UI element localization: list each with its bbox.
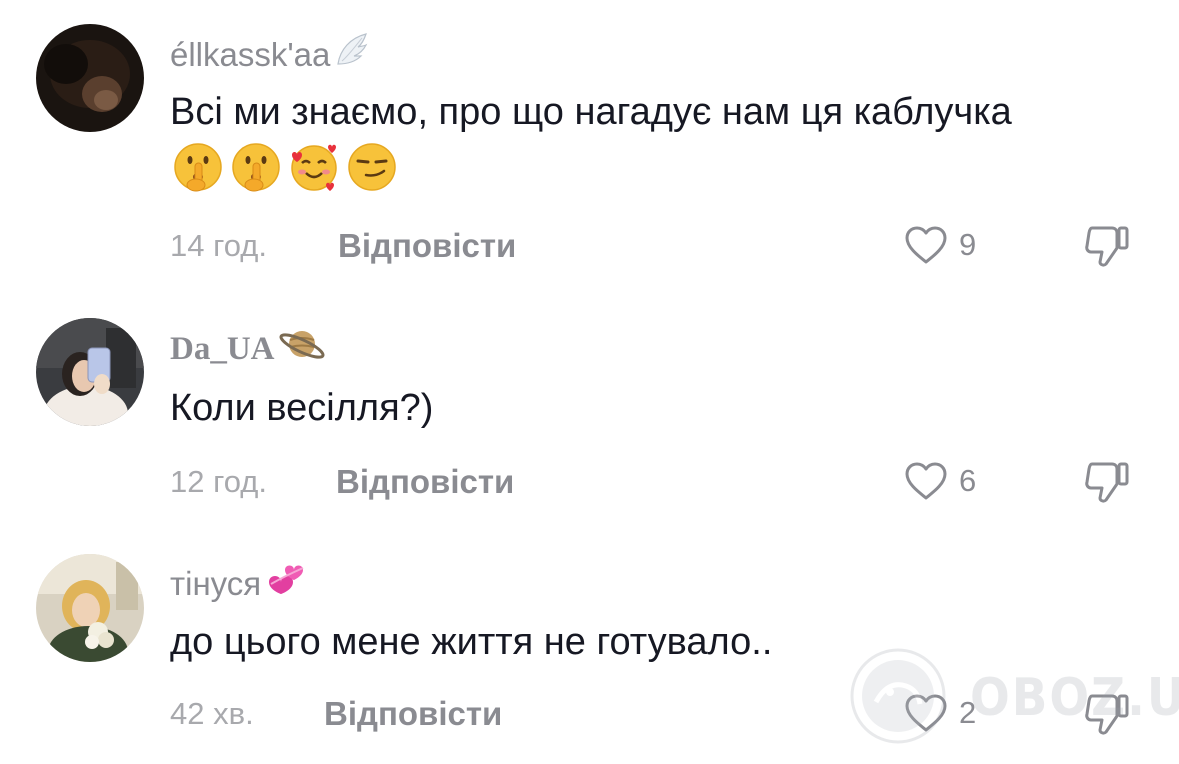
username-text: тінуся [170, 564, 262, 602]
comment-username[interactable]: Da_UA [170, 324, 327, 373]
reply-button[interactable]: Відповісти [336, 462, 514, 502]
heart-outline-icon [905, 694, 947, 732]
shushing-face-icon [174, 143, 222, 192]
comment-text: Коли весілля?) [170, 380, 1030, 437]
comment-time: 42 хв. [170, 696, 254, 731]
comment-body: Всі ми знаємо, про що нагадує нам ця каб… [170, 91, 1012, 133]
thumbs-down-outline-icon [1085, 226, 1129, 267]
username-text: éllkassk'aa [170, 35, 331, 73]
comment-username[interactable]: тінуся [170, 558, 309, 609]
comment-text: до цього мене життя не готувало.. [170, 614, 1030, 671]
comment-item: тінуся до цього мене життя не готувало..… [0, 536, 1179, 764]
comment-item: Da_UA Коли весілля?) 12 год. Відповісти … [0, 300, 1179, 520]
smirking-face-icon [348, 143, 396, 191]
comment-text: Всі ми знаємо, про що нагадує нам ця каб… [170, 84, 1030, 198]
emoji-group [172, 141, 398, 193]
avatar[interactable] [36, 554, 144, 662]
shushing-face-icon [232, 143, 280, 192]
dislike-button[interactable] [1082, 690, 1132, 743]
comment-body: до цього мене життя не готувало.. [170, 621, 773, 663]
avatar[interactable] [36, 318, 144, 426]
heart-outline-icon [905, 462, 947, 500]
like-button[interactable]: 9 [903, 224, 976, 266]
angel-wing-icon [332, 30, 372, 79]
comment-username[interactable]: éllkassk'aa [170, 30, 372, 79]
avatar[interactable] [36, 24, 144, 132]
reply-button[interactable]: Відповісти [324, 694, 502, 734]
like-count: 6 [959, 463, 977, 498]
like-count: 9 [959, 227, 977, 262]
heart-outline-icon [905, 226, 947, 264]
comment-time: 12 год. [170, 464, 267, 499]
dislike-button[interactable] [1082, 222, 1132, 275]
ringed-planet-icon [277, 324, 327, 373]
thumbs-down-outline-icon [1085, 694, 1129, 735]
comment-item: éllkassk'aa Всі ми знаємо, про що нагаду… [0, 0, 1179, 290]
dislike-button[interactable] [1082, 458, 1132, 511]
smiling-face-with-hearts-icon [291, 144, 337, 191]
comment-time: 14 год. [170, 228, 267, 263]
like-button[interactable]: 2 [903, 692, 976, 734]
revolving-hearts-icon [263, 558, 309, 609]
thumbs-down-outline-icon [1085, 462, 1129, 503]
username-text: Da_UA [170, 330, 275, 367]
like-count: 2 [959, 695, 977, 730]
like-button[interactable]: 6 [903, 460, 976, 502]
comment-body: Коли весілля?) [170, 387, 434, 429]
reply-button[interactable]: Відповісти [338, 226, 516, 266]
